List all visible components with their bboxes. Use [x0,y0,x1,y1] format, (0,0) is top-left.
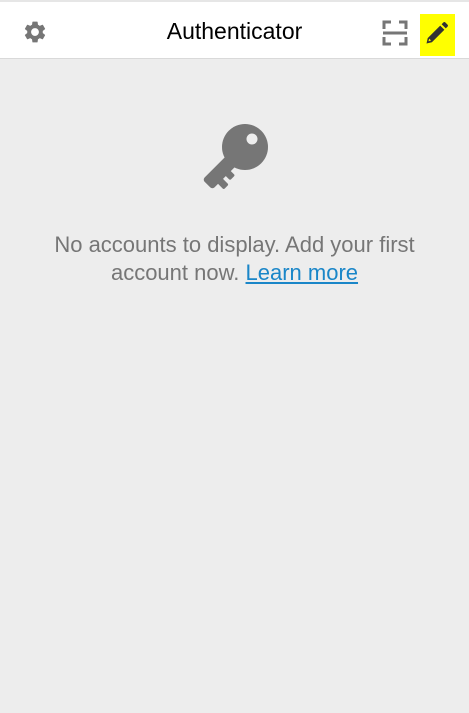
key-icon [203,124,268,189]
empty-message: No accounts to display. Add your first a… [25,231,445,287]
popup-window: Authenticator No accounts to display. Ad… [0,0,469,713]
scan-qr-icon [382,20,408,46]
header-bar: Authenticator [0,2,469,59]
empty-state: No accounts to display. Add your first a… [0,117,469,287]
learn-more-link[interactable]: Learn more [246,260,359,285]
empty-message-text: No accounts to display. Add your first a… [54,232,415,285]
gear-icon [24,21,46,43]
settings-button[interactable] [18,15,52,49]
scan-qr-button[interactable] [377,15,413,51]
edit-button[interactable] [420,14,455,56]
pencil-icon [420,14,455,56]
